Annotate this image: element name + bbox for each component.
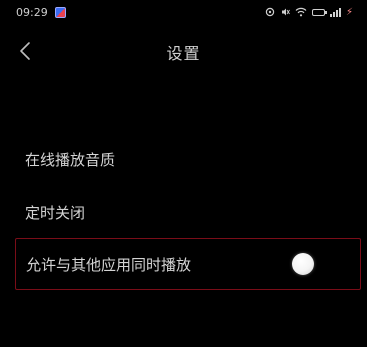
setting-mix-playback[interactable]: 允许与其他应用同时播放	[15, 238, 361, 290]
mute-icon	[280, 7, 290, 17]
battery-icon	[311, 8, 327, 16]
charging-icon: ⚡	[345, 6, 353, 18]
signal-icon	[329, 7, 341, 17]
wifi-icon	[295, 7, 307, 17]
header: 设置	[0, 32, 367, 72]
app-badge-icon	[54, 6, 66, 18]
settings-screen: 09:29 ⚡ 设置 在线播放音质 定时关闭 允许与其他应用同时播放	[0, 0, 367, 347]
status-right: ⚡	[265, 7, 353, 18]
setting-label: 在线播放音质	[25, 150, 116, 169]
alarm-icon	[265, 7, 275, 17]
page-title: 设置	[166, 44, 201, 63]
back-button[interactable]	[12, 40, 38, 66]
setting-label: 定时关闭	[25, 203, 86, 222]
status-bar: 09:29 ⚡	[0, 0, 367, 24]
mix-playback-toggle[interactable]	[292, 253, 314, 275]
setting-online-quality[interactable]: 在线播放音质	[15, 133, 361, 185]
status-left: 09:29	[16, 6, 66, 19]
setting-sleep-timer[interactable]: 定时关闭	[15, 186, 361, 238]
status-time: 09:29	[16, 5, 48, 19]
chevron-left-icon	[19, 41, 31, 65]
setting-label: 允许与其他应用同时播放	[26, 255, 192, 274]
